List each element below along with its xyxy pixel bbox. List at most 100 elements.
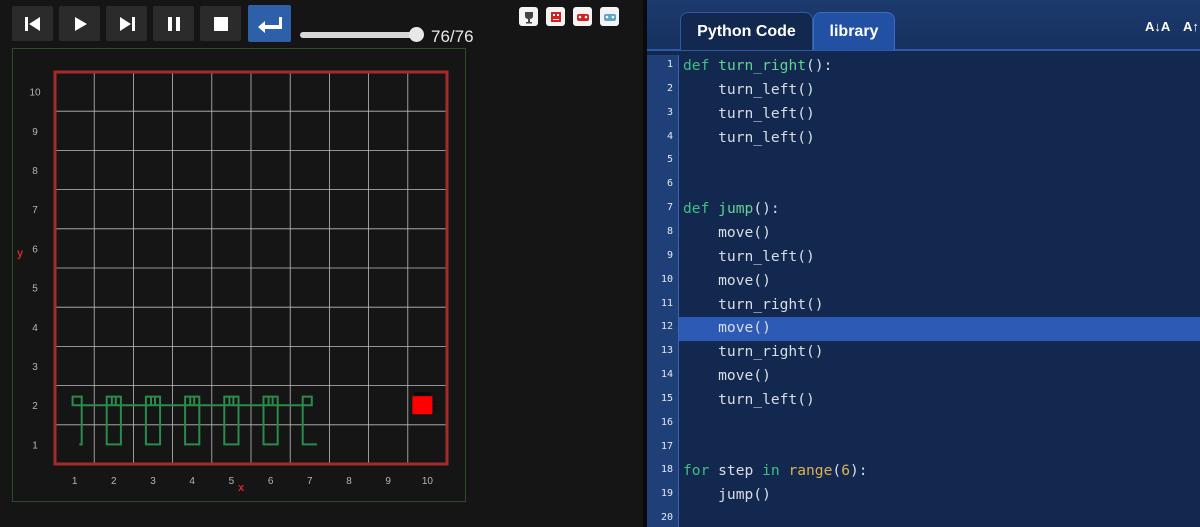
robot-blue-icon[interactable] xyxy=(600,7,619,26)
code-line[interactable]: 7 def jump(): xyxy=(647,198,1200,222)
line-number: 18 xyxy=(660,464,673,476)
code-line[interactable]: 9 turn_left() xyxy=(647,246,1200,270)
y-axis-label: y xyxy=(17,247,24,259)
code-line[interactable]: 10 move() xyxy=(647,270,1200,294)
code-line[interactable]: 8 move() xyxy=(647,222,1200,246)
code-text: turn_left() xyxy=(683,247,815,265)
code-line[interactable]: 11 turn_right() xyxy=(647,294,1200,318)
return-button[interactable] xyxy=(248,5,291,42)
x-axis-label: x xyxy=(238,482,245,494)
code-line[interactable]: 6 xyxy=(647,174,1200,198)
line-number: 14 xyxy=(660,369,673,381)
code-line-background xyxy=(679,508,1200,527)
code-line[interactable]: 3 turn_left() xyxy=(647,103,1200,127)
robot-body xyxy=(412,396,433,415)
code-line-background xyxy=(679,174,1200,198)
code-line[interactable]: 2 turn_left() xyxy=(647,79,1200,103)
code-line[interactable]: 17 xyxy=(647,437,1200,461)
play-button[interactable] xyxy=(59,6,100,41)
code-line[interactable]: 15 turn_left() xyxy=(647,389,1200,413)
y-tick-label: 4 xyxy=(32,323,38,334)
y-tick-label: 3 xyxy=(32,362,38,373)
line-number: 12 xyxy=(660,321,673,333)
pause-button[interactable] xyxy=(153,6,194,41)
increase-font-button[interactable]: A↑ xyxy=(1183,19,1199,34)
code-text: turn_left() xyxy=(683,80,815,98)
code-text: def turn_right(): xyxy=(683,57,833,74)
robot-top xyxy=(414,392,431,396)
editor-panel: Python Code library A↓A A↑ 1 def turn_rig… xyxy=(647,0,1200,527)
line-number: 7 xyxy=(666,202,673,214)
tab-python-code[interactable]: Python Code xyxy=(680,12,813,50)
step-forward-icon xyxy=(119,16,135,31)
code-line[interactable]: 1 def turn_right(): xyxy=(647,55,1200,79)
code-text: move() xyxy=(683,367,771,385)
reset-button[interactable] xyxy=(12,6,53,41)
editor-tabbar: Python Code library A↓A A↑ xyxy=(647,0,1200,51)
code-text: turn_right() xyxy=(683,343,824,361)
code-line[interactable]: 12 move() xyxy=(647,317,1200,342)
x-tick-label: 1 xyxy=(72,476,78,487)
step-slider-track[interactable] xyxy=(300,32,419,38)
x-tick-label: 7 xyxy=(307,476,313,487)
x-tick-label: 5 xyxy=(229,476,235,487)
line-number: 1 xyxy=(666,59,673,70)
code-line[interactable]: 13 turn_right() xyxy=(647,341,1200,365)
y-tick-label: 5 xyxy=(32,284,38,295)
code-line[interactable]: 4 turn_left() xyxy=(647,127,1200,151)
line-number: 10 xyxy=(660,273,673,285)
robot-trace-path xyxy=(71,395,317,446)
code-line[interactable]: 18 for step in range(6): xyxy=(647,460,1200,484)
tab-library[interactable]: library xyxy=(813,12,895,50)
code-editor[interactable]: 1 def turn_right(): 2 turn_left() 3 turn_le… xyxy=(647,55,1200,527)
line-number: 19 xyxy=(660,488,673,500)
step-counter: 76/76 xyxy=(431,27,474,46)
code-text: turn_left() xyxy=(683,390,815,408)
line-number: 15 xyxy=(660,392,673,404)
step-button[interactable] xyxy=(106,6,147,41)
x-tick-label: 6 xyxy=(268,476,274,487)
code-text: jump() xyxy=(683,486,771,504)
line-number: 8 xyxy=(666,225,673,237)
robot-heading-label: E xyxy=(433,399,441,413)
line-number: 17 xyxy=(660,440,673,452)
robot-icon[interactable] xyxy=(546,7,565,26)
code-line[interactable]: 14 move() xyxy=(647,365,1200,389)
code-text: turn_left() xyxy=(683,128,815,146)
y-tick-label: 9 xyxy=(32,127,38,138)
trophy-icon[interactable] xyxy=(519,7,538,26)
x-tick-label: 3 xyxy=(150,476,156,487)
y-tick-label: 2 xyxy=(32,401,38,412)
line-number: 2 xyxy=(666,82,673,94)
code-line[interactable]: 5 xyxy=(647,150,1200,174)
code-line-background xyxy=(679,150,1200,174)
x-tick-label: 9 xyxy=(385,476,391,487)
return-arrow-icon xyxy=(257,16,282,33)
robot-red-icon[interactable] xyxy=(573,7,592,26)
line-number: 11 xyxy=(660,297,673,309)
play-icon xyxy=(74,16,87,31)
x-tick-label: 4 xyxy=(189,476,195,487)
code-text: turn_left() xyxy=(683,104,815,122)
code-line[interactable]: 19 jump() xyxy=(647,484,1200,508)
code-line-background xyxy=(679,437,1200,461)
x-tick-label: 2 xyxy=(111,476,117,487)
step-slider-thumb[interactable] xyxy=(409,27,424,42)
code-text: turn_right() xyxy=(683,295,824,313)
x-tick-label: 10 xyxy=(422,476,434,487)
code-text: move() xyxy=(683,271,771,289)
line-number: 6 xyxy=(666,178,673,190)
line-number: 20 xyxy=(660,512,673,524)
code-text: def jump(): xyxy=(683,200,780,218)
code-line[interactable]: 20 xyxy=(647,508,1200,527)
stop-icon xyxy=(213,16,228,31)
code-text: move() xyxy=(683,319,771,337)
decrease-font-button[interactable]: A↓A xyxy=(1145,19,1170,34)
code-line[interactable]: 16 xyxy=(647,413,1200,437)
stop-button[interactable] xyxy=(200,6,241,41)
code-line-background xyxy=(679,413,1200,437)
y-tick-label: 8 xyxy=(32,166,38,177)
code-text: for step in range(6): xyxy=(683,462,868,480)
line-number: 3 xyxy=(666,106,673,118)
x-tick-label: 8 xyxy=(346,476,352,487)
